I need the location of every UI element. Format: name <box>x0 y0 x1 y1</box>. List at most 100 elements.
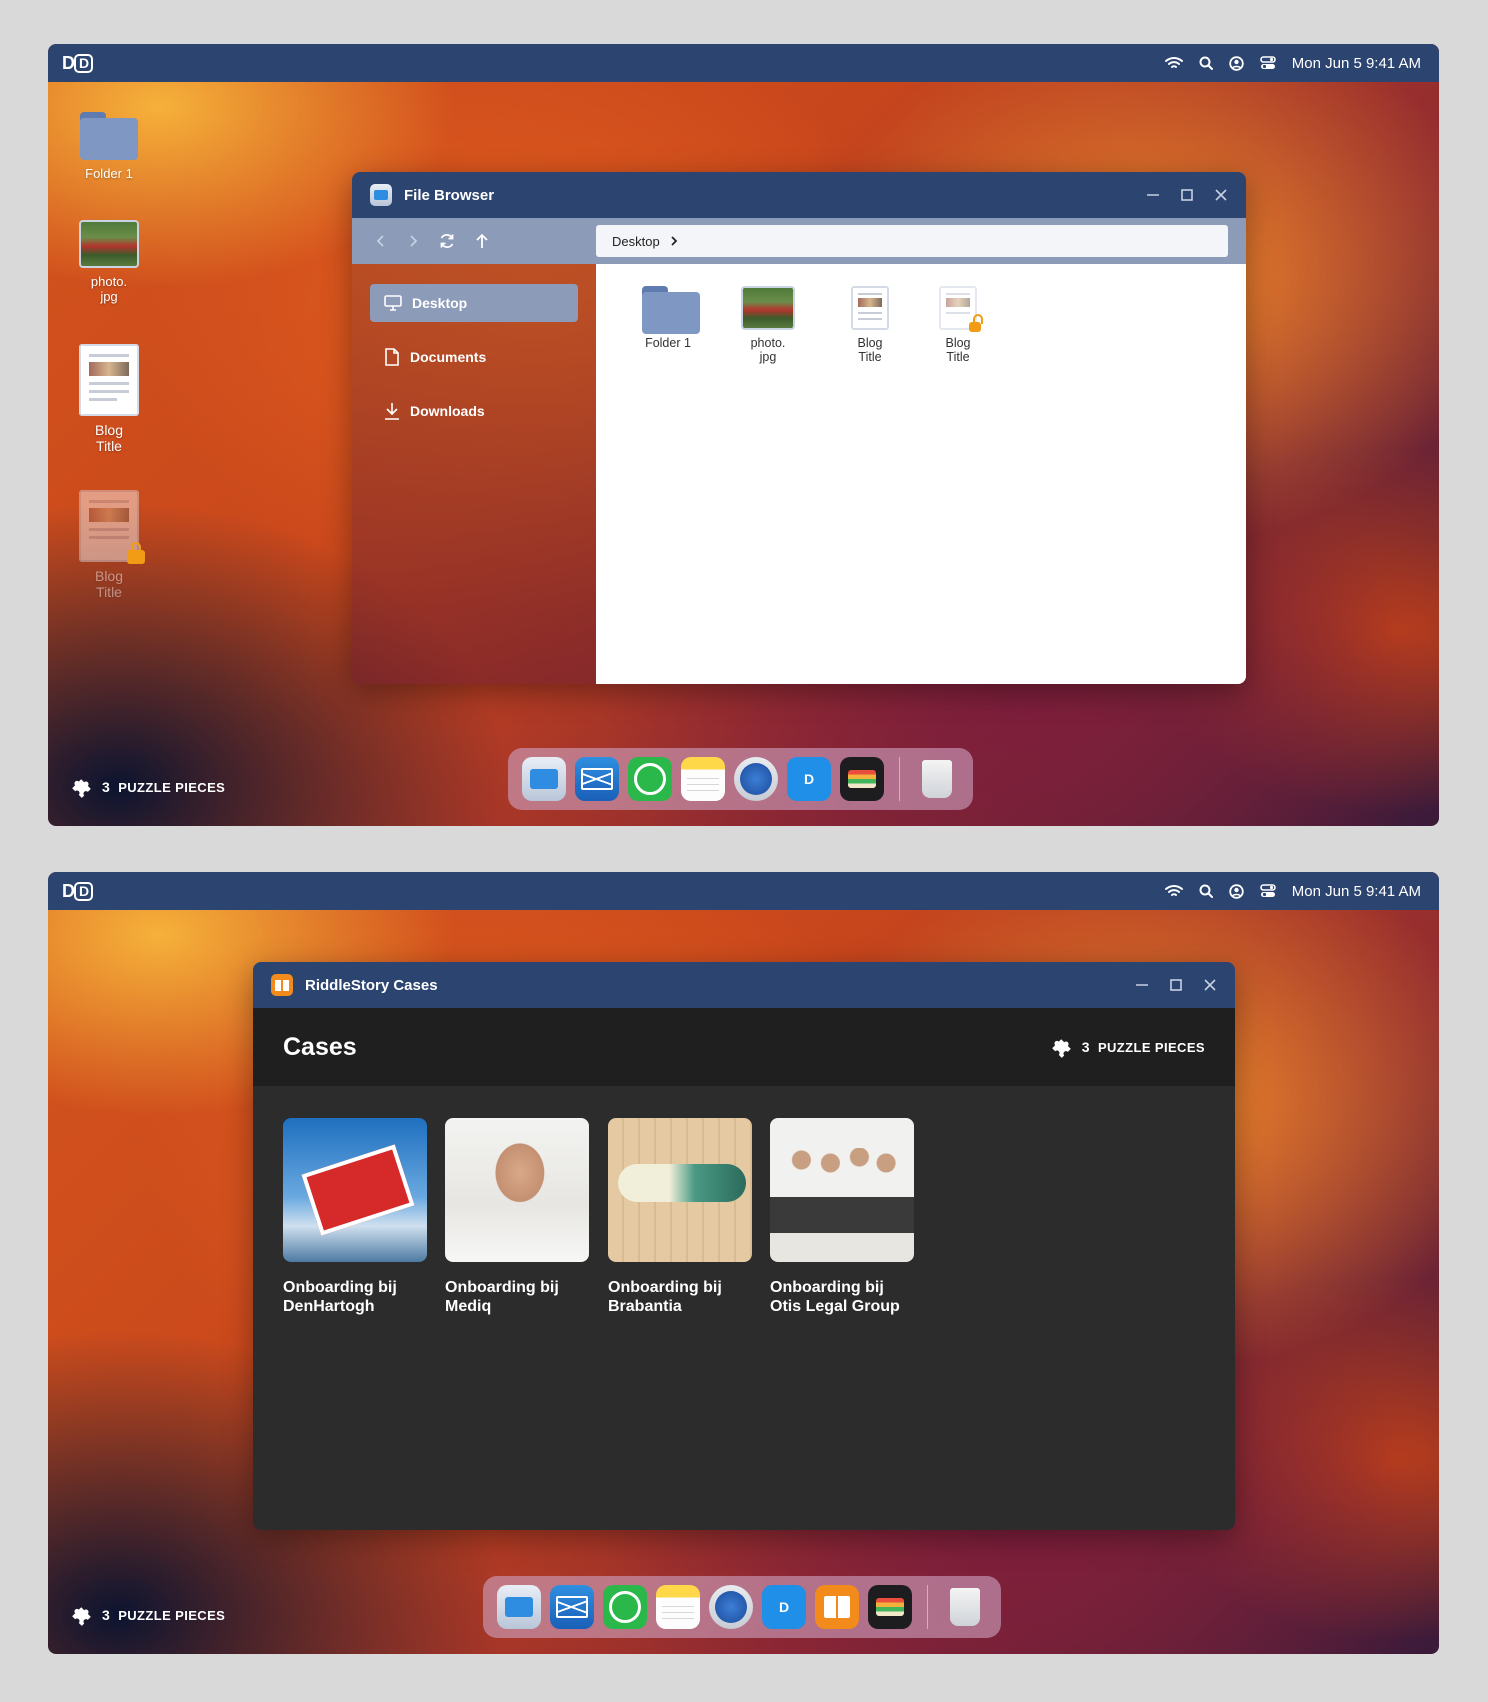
maximize-icon[interactable] <box>1169 978 1183 992</box>
desktop-screen-file-browser: DD Mon Jun 5 9:41 AM Folder 1 photo. jpg… <box>48 44 1439 826</box>
case-image <box>770 1118 914 1262</box>
sidebar-item-downloads[interactable]: Downloads <box>370 392 578 430</box>
puzzle-pieces-counter: 3 PUZZLE PIECES <box>1051 1036 1205 1058</box>
document-icon <box>79 344 139 416</box>
dd-logo-icon[interactable]: DD <box>62 53 94 74</box>
file-item-blog-title-locked[interactable]: Blog Title <box>918 286 998 364</box>
dd-app-icon[interactable]: D <box>762 1585 806 1629</box>
folder-icon <box>80 112 138 160</box>
clock[interactable]: Mon Jun 5 9:41 AM <box>1292 55 1421 72</box>
file-item-label: Blog Title <box>945 336 971 364</box>
window-titlebar[interactable]: File Browser <box>352 172 1246 218</box>
path-bar[interactable]: Desktop <box>596 225 1228 257</box>
file-item-photo[interactable]: photo. jpg <box>728 286 808 364</box>
close-icon[interactable] <box>1203 978 1217 992</box>
mail-icon[interactable] <box>550 1585 594 1629</box>
file-item-label: Folder 1 <box>645 336 691 350</box>
back-icon[interactable] <box>374 234 388 248</box>
clock[interactable]: Mon Jun 5 9:41 AM <box>1292 883 1421 900</box>
whatsapp-icon[interactable] <box>628 757 672 801</box>
case-title: Onboarding bij Mediq <box>445 1279 559 1315</box>
sidebar-item-label: Downloads <box>410 403 485 419</box>
minimize-icon[interactable] <box>1135 978 1149 992</box>
desktop-icon-label: Blog Title <box>94 568 124 600</box>
desktop-icon-label: Blog Title <box>94 422 124 454</box>
forward-icon[interactable] <box>406 234 420 248</box>
case-card-brabantia[interactable]: Onboarding bij Brabantia <box>608 1118 752 1316</box>
user-icon[interactable] <box>1229 883 1244 899</box>
minimize-icon[interactable] <box>1146 188 1160 202</box>
file-browser-window: File Browser Desktop Desktop Documents D… <box>352 172 1246 684</box>
document-icon <box>385 348 399 366</box>
wifi-icon[interactable] <box>1164 56 1183 70</box>
desktop-icon-label: photo. jpg <box>90 274 128 304</box>
up-arrow-icon[interactable] <box>474 232 490 250</box>
menu-bar: DD Mon Jun 5 9:41 AM <box>48 44 1439 82</box>
puzzle-label: PUZZLE PIECES <box>118 779 226 795</box>
desktop-icon-blog-title[interactable]: Blog Title <box>59 344 159 454</box>
chevron-right-icon <box>671 236 677 246</box>
sidebar-item-label: Documents <box>410 349 487 365</box>
safari-icon[interactable] <box>709 1585 753 1629</box>
desktop-icon-photo[interactable]: photo. jpg <box>59 220 159 304</box>
file-item-label: Blog Title <box>857 336 883 364</box>
case-image <box>283 1118 427 1262</box>
lock-icon <box>127 542 145 564</box>
books-icon[interactable] <box>815 1585 859 1629</box>
dock-separator <box>899 757 900 801</box>
menu-bar: DD Mon Jun 5 9:41 AM <box>48 872 1439 910</box>
file-item-folder-1[interactable]: Folder 1 <box>628 286 708 350</box>
file-browser-toolbar: Desktop <box>352 218 1246 264</box>
close-icon[interactable] <box>1214 188 1228 202</box>
case-title: Onboarding bij DenHartogh <box>283 1279 397 1315</box>
notes-icon[interactable] <box>681 757 725 801</box>
files-icon[interactable] <box>522 757 566 801</box>
puzzle-count: 3 <box>102 779 111 795</box>
window-titlebar[interactable]: RiddleStory Cases <box>253 962 1235 1008</box>
case-card-denhartogh[interactable]: Onboarding bij DenHartogh <box>283 1118 427 1316</box>
desktop-icon-label: Folder 1 <box>85 166 133 181</box>
wallet-icon[interactable] <box>840 757 884 801</box>
sidebar-item-label: Desktop <box>412 295 468 311</box>
wifi-icon[interactable] <box>1164 884 1183 898</box>
whatsapp-icon[interactable] <box>603 1585 647 1629</box>
mail-icon[interactable] <box>575 757 619 801</box>
case-image <box>608 1118 752 1262</box>
image-icon <box>741 286 795 330</box>
files-icon[interactable] <box>497 1585 541 1629</box>
refresh-icon[interactable] <box>438 232 456 250</box>
safari-icon[interactable] <box>734 757 778 801</box>
file-browser-content: Folder 1 photo. jpg Blog Title Blog Titl… <box>596 264 1246 684</box>
maximize-icon[interactable] <box>1180 188 1194 202</box>
wallet-icon[interactable] <box>868 1585 912 1629</box>
dd-logo-icon[interactable]: DD <box>62 881 94 902</box>
breadcrumb-desktop[interactable]: Desktop <box>612 234 660 249</box>
control-center-icon[interactable] <box>1259 884 1276 898</box>
search-icon[interactable] <box>1199 56 1213 70</box>
file-item-blog-title[interactable]: Blog Title <box>830 286 910 364</box>
dd-app-icon[interactable]: D <box>787 757 831 801</box>
case-card-otis-legal-group[interactable]: Onboarding bij Otis Legal Group <box>770 1118 914 1316</box>
case-image <box>445 1118 589 1262</box>
control-center-icon[interactable] <box>1259 56 1276 70</box>
desktop-icon-blog-title-locked[interactable]: Blog Title <box>59 490 159 600</box>
notes-icon[interactable] <box>656 1585 700 1629</box>
dock: D <box>483 1576 1001 1638</box>
window-title: RiddleStory Cases <box>305 976 438 994</box>
puzzle-pieces-counter: 3 PUZZLE PIECES <box>72 1604 225 1626</box>
user-icon[interactable] <box>1229 55 1244 71</box>
sidebar-item-desktop[interactable]: Desktop <box>370 284 578 322</box>
files-app-icon <box>370 184 392 206</box>
case-card-mediq[interactable]: Onboarding bij Mediq <box>445 1118 589 1316</box>
puzzle-count: 3 <box>102 1607 111 1623</box>
desktop-icon-folder-1[interactable]: Folder 1 <box>59 112 159 181</box>
puzzle-icon <box>1051 1039 1071 1058</box>
sidebar-item-documents[interactable]: Documents <box>370 338 578 376</box>
puzzle-icon <box>72 1607 91 1626</box>
folder-icon <box>642 286 700 334</box>
puzzle-icon <box>72 779 91 798</box>
puzzle-label: PUZZLE PIECES <box>118 1607 226 1623</box>
trash-icon[interactable] <box>915 757 959 801</box>
search-icon[interactable] <box>1199 884 1213 898</box>
trash-icon[interactable] <box>943 1585 987 1629</box>
